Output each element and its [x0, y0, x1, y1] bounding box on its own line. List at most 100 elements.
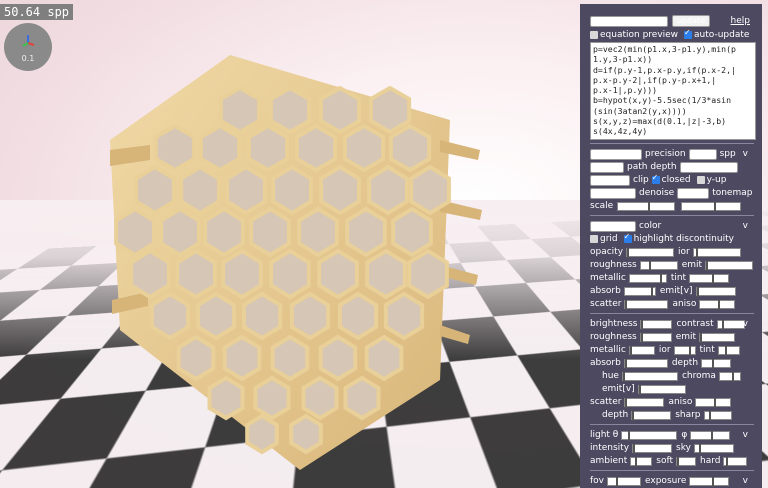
fov-slider[interactable]	[607, 476, 642, 487]
hue-label: hue	[602, 371, 619, 381]
light-theta-slider[interactable]	[621, 430, 678, 441]
ior-slider[interactable]	[692, 247, 741, 258]
post-depth2-slider[interactable]	[631, 410, 672, 421]
brightness-slider[interactable]	[640, 319, 673, 330]
denoise-select[interactable]: ResUNet	[590, 187, 636, 199]
orientation-gizmo[interactable]: 0.1	[4, 23, 52, 71]
honeycomb-cell	[149, 291, 191, 341]
update-button[interactable]: update	[672, 15, 711, 27]
soft-label: soft	[656, 456, 673, 466]
control-panel: Load example... update help equation pre…	[580, 4, 762, 488]
hard-slider[interactable]	[723, 456, 748, 467]
tint-slider[interactable]	[689, 273, 730, 284]
tonemap-select[interactable]: no	[677, 187, 710, 199]
tint-label: tint	[670, 273, 687, 283]
phi-label: φ	[681, 430, 688, 440]
code-line: p=vec2(min(p1.x,3-p1.y),min(p	[593, 44, 736, 54]
auto-update-checkbox[interactable]	[684, 28, 693, 39]
hard-label: hard	[700, 456, 721, 466]
soft-slider[interactable]	[676, 456, 696, 467]
code-line: b=hypot(x,y)-5.5sec(1/3*asin	[593, 95, 732, 106]
absorb-slider[interactable]	[623, 286, 656, 297]
post-emit-v-slider[interactable]	[637, 384, 686, 395]
post-metallic-slider[interactable]	[628, 345, 655, 356]
section-toggle-icon[interactable]: v	[743, 476, 748, 486]
post-ior-label: ior	[658, 345, 671, 355]
closed-label: closed	[661, 175, 691, 185]
color-label: color	[639, 221, 662, 231]
path-depth-label: path depth	[627, 162, 677, 172]
honeycomb-cell	[297, 206, 339, 258]
hue-slider[interactable]	[621, 371, 678, 382]
color-mode-select[interactable]: gradient	[590, 220, 636, 232]
opacity-slider[interactable]	[626, 247, 675, 258]
post-tint-slider[interactable]	[717, 345, 740, 356]
honeycomb-cell	[271, 164, 313, 216]
ambient-slider[interactable]	[630, 456, 653, 467]
phi-slider[interactable]	[690, 430, 731, 441]
help-link[interactable]: help	[731, 16, 750, 26]
spp-select[interactable]: 2¹²	[688, 148, 717, 160]
honeycomb-cell	[268, 85, 312, 135]
brightness-label: brightness	[590, 319, 638, 329]
post-depth-slider[interactable]	[701, 358, 732, 369]
emit-v-slider[interactable]	[695, 286, 736, 297]
exposure-slider[interactable]	[689, 476, 730, 487]
scale-slider-2[interactable]	[681, 201, 742, 212]
code-line: d=if(p.y-1,p.x-p.y,if(p.x-2,|	[593, 64, 736, 75]
equation-preview-label: equation preview	[600, 30, 679, 40]
divider	[590, 215, 754, 216]
post-emit-slider[interactable]	[699, 332, 736, 343]
honeycomb-cell	[249, 206, 291, 258]
code-line: 1.y,3-p1.x))	[593, 54, 653, 65]
honeycomb-cell	[318, 334, 358, 382]
chroma-label: chroma	[681, 371, 716, 381]
grid-label: grid	[600, 234, 618, 244]
honeycomb-cell	[246, 123, 290, 173]
honeycomb-cell	[218, 85, 262, 135]
intensity-slider[interactable]	[632, 443, 673, 454]
section-toggle-icon[interactable]: v	[743, 221, 748, 231]
post-aniso-slider[interactable]	[695, 397, 732, 408]
clip-select[interactable]: box	[590, 174, 630, 186]
quality-select[interactable]: medium	[590, 148, 642, 160]
honeycomb-cell	[289, 413, 323, 455]
absorb-label: absorb	[590, 286, 621, 296]
section-toggle-icon[interactable]: v	[743, 430, 748, 440]
metallic-slider[interactable]	[628, 273, 667, 284]
roughness-slider[interactable]	[639, 260, 678, 271]
exposure-label: exposure	[645, 476, 687, 486]
post-aniso-label: aniso	[668, 397, 693, 407]
divider	[590, 313, 754, 314]
honeycomb-cell	[114, 206, 156, 258]
load-example-select[interactable]: Load example...	[590, 15, 668, 27]
y-up-checkbox[interactable]	[696, 176, 705, 184]
post-ior-slider[interactable]	[673, 345, 696, 356]
highlight-discontinuity-checkbox[interactable]	[623, 232, 632, 243]
chroma-slider[interactable]	[718, 371, 741, 382]
honeycomb-cell	[159, 206, 201, 258]
section-toggle-icon[interactable]: v	[743, 319, 748, 329]
post-absorb-slider[interactable]	[623, 358, 668, 369]
honeycomb-cell	[289, 291, 331, 341]
scale-slider[interactable]	[617, 201, 676, 212]
contrast-label: contrast	[676, 319, 714, 329]
equation-preview-checkbox[interactable]	[590, 31, 598, 39]
closed-checkbox[interactable]	[651, 173, 660, 184]
emit-slider[interactable]	[705, 260, 754, 271]
code-line: p.x-1|,p.y)))	[593, 85, 658, 96]
sharp-slider[interactable]	[703, 410, 732, 421]
honeycomb-cell	[317, 248, 359, 300]
post-scatter-slider[interactable]	[624, 397, 665, 408]
divider	[590, 143, 754, 144]
post-roughness-slider[interactable]	[639, 332, 672, 343]
section-toggle-icon[interactable]: v	[743, 149, 748, 159]
sky-slider[interactable]	[693, 443, 734, 454]
equation-editor[interactable]: p=vec2(min(p1.x,3-p1.y),min(p 1.y,3-p1.x)…	[590, 42, 756, 140]
grid-checkbox[interactable]	[590, 235, 598, 243]
path-depth-select[interactable]: 64	[590, 161, 624, 173]
fps-select[interactable]: 20 fps	[679, 161, 738, 173]
scatter-slider[interactable]	[624, 299, 669, 310]
aniso-slider[interactable]	[699, 299, 736, 310]
contrast-slider[interactable]	[716, 319, 745, 330]
